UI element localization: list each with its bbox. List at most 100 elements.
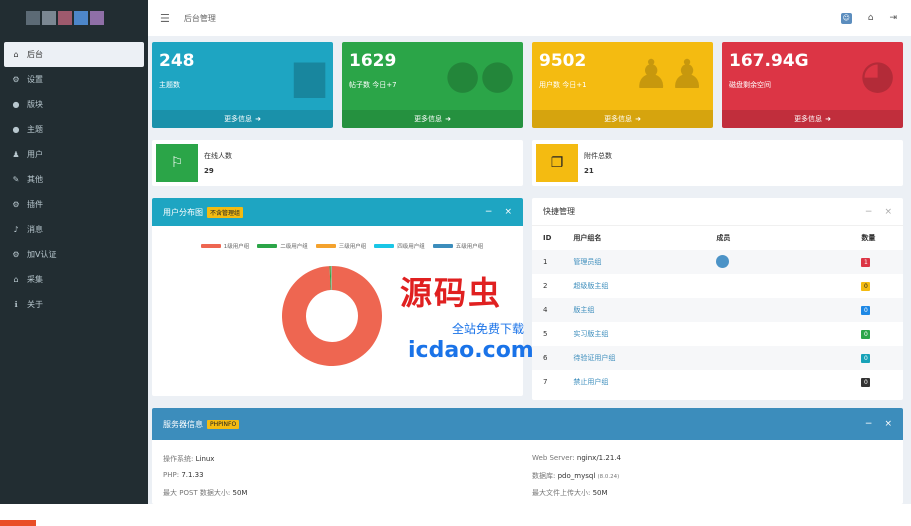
more-info-label: 更多信息 xyxy=(794,115,823,123)
arrow-circle-icon: ➜ xyxy=(635,115,641,123)
arrow-circle-icon: ➜ xyxy=(825,115,831,123)
table-row: 1 管理员组 1 xyxy=(532,250,903,274)
sidebar-item-label: 用户 xyxy=(27,150,43,159)
table-row: 7 禁止用户组 0 xyxy=(532,370,903,394)
legend-item[interactable]: 五级用户组 xyxy=(432,242,483,250)
legend-item[interactable]: 四级用户组 xyxy=(374,242,425,250)
sidebar-item-3[interactable]: ● 主题 xyxy=(0,117,148,142)
comment-icon: ● xyxy=(12,125,20,134)
group-table: ID 用户组名 成员 数量 1 管理员组 1 2 超级版主组 0 4 版主组 0 5 实习版主组 0 6… xyxy=(532,226,903,394)
legend-item[interactable]: 1级用户组 xyxy=(200,242,249,250)
server-value: nginx/1.21.4 xyxy=(576,454,621,462)
server-info-panel: 服务器信息 PHPINFO − × 操作系统: Linux PHP: 7.1.3… xyxy=(152,408,903,504)
legend-swatch xyxy=(374,244,395,248)
comments-icon: ●● xyxy=(445,52,515,98)
panel-title: 用户分布图 xyxy=(163,207,203,217)
collapse-icon[interactable]: − xyxy=(865,207,873,217)
col-group-name: 用户组名 xyxy=(573,234,602,242)
sidebar-item-label: 版块 xyxy=(27,100,43,109)
col-id: ID xyxy=(543,234,552,242)
legend-item[interactable]: 二级用户组 xyxy=(257,242,308,250)
gear-icon: ⚙ xyxy=(12,75,20,84)
cell-group-name: 待验证用户组 xyxy=(562,346,706,370)
gears-icon: ⚙ xyxy=(12,250,20,259)
table-row: 6 待验证用户组 0 xyxy=(532,346,903,370)
logo[interactable] xyxy=(0,0,148,36)
cell-count: 0 xyxy=(850,346,903,370)
legend-item[interactable]: 三级用户组 xyxy=(315,242,366,250)
group-link[interactable]: 管理员组 xyxy=(573,258,601,266)
sidebar-menu: ⌂ 后台 ⚙ 设置 ● 版块 ● 主题 ♟ 用户 ✎ 其他 ⚙ 插件 ♪ 消息 ⚙ 加V认证 ⌂ 采集 ℹ 关于 xyxy=(0,42,148,317)
stat-disk: 167.94G 磁盘剩余空间 ◕ 更多信息 ➜ xyxy=(722,42,903,128)
wrench-icon: ✎ xyxy=(12,175,20,184)
sidebar-item-8[interactable]: ⚙ 加V认证 xyxy=(0,242,148,267)
more-info-link[interactable]: 更多信息 ➜ xyxy=(722,110,903,128)
server-php: PHP: 7.1.33 xyxy=(163,471,204,479)
sidebar-item-0[interactable]: ⌂ 后台 xyxy=(4,42,144,67)
donut-chart xyxy=(282,266,382,366)
count-badge: 0 xyxy=(861,377,871,387)
sidebar-item-5[interactable]: ✎ 其他 xyxy=(0,167,148,192)
cell-count: 0 xyxy=(850,370,903,394)
member-avatar[interactable] xyxy=(716,254,730,268)
cell-members xyxy=(705,274,850,298)
gears-icon: ⚙ xyxy=(12,200,20,209)
more-info-link[interactable]: 更多信息 ➜ xyxy=(152,110,333,128)
cell-group-name: 管理员组 xyxy=(562,250,706,274)
group-link[interactable]: 版主组 xyxy=(573,306,594,314)
sidebar-item-label: 关于 xyxy=(27,300,43,309)
more-info-link[interactable]: 更多信息 ➜ xyxy=(532,110,713,128)
stat-label: 主题数 xyxy=(159,81,180,89)
more-info-link[interactable]: 更多信息 ➜ xyxy=(342,110,523,128)
user-icon: ♟ xyxy=(12,150,20,159)
cell-id: 7 xyxy=(543,378,548,386)
user-avatar-icon[interactable]: ☺ xyxy=(840,12,852,24)
bottom-strip xyxy=(0,504,911,526)
sidebar-item-4[interactable]: ♟ 用户 xyxy=(0,142,148,167)
info-label: 附件总数 xyxy=(584,152,612,160)
col-members: 成员 xyxy=(716,234,731,242)
panel-title: 快捷管理 xyxy=(543,207,575,216)
count-badge: 0 xyxy=(861,281,871,291)
group-link[interactable]: 禁止用户组 xyxy=(573,378,608,386)
collapse-icon[interactable]: − xyxy=(865,419,873,429)
server-label: Web Server: xyxy=(532,454,575,462)
bottom-accent xyxy=(0,520,36,526)
menu-toggle-icon[interactable]: ☰ xyxy=(160,12,170,25)
close-icon[interactable]: × xyxy=(884,207,892,217)
server-os: 操作系统: Linux xyxy=(163,454,214,464)
server-label: 数据库: xyxy=(532,472,556,480)
sidebar-item-9[interactable]: ⌂ 采集 xyxy=(0,267,148,292)
sidebar-item-1[interactable]: ⚙ 设置 xyxy=(0,67,148,92)
more-info-label: 更多信息 xyxy=(604,115,633,123)
home-icon[interactable]: ⌂ xyxy=(868,13,874,23)
server-value: 50M xyxy=(232,489,248,497)
cell-count: 0 xyxy=(850,322,903,346)
group-link[interactable]: 待验证用户组 xyxy=(573,354,615,362)
sidebar-item-6[interactable]: ⚙ 插件 xyxy=(0,192,148,217)
collapse-icon[interactable]: − xyxy=(485,207,493,217)
sidebar-item-7[interactable]: ♪ 消息 xyxy=(0,217,148,242)
server-label: 最大文件上传大小: xyxy=(532,489,591,497)
group-link[interactable]: 实习版主组 xyxy=(573,330,608,338)
sidebar-item-2[interactable]: ● 版块 xyxy=(0,92,148,117)
stat-label: 用户数 今日+1 xyxy=(539,81,587,89)
table-header-row: ID 用户组名 成员 数量 xyxy=(532,226,903,250)
server-label: 最大 POST 数据大小: xyxy=(163,489,231,497)
phpinfo-link[interactable]: PHPINFO xyxy=(207,419,240,429)
stat-label: 磁盘剩余空间 xyxy=(729,81,771,89)
panel-title: 服务器信息 xyxy=(163,419,203,429)
cell-members xyxy=(705,370,850,394)
cell-members xyxy=(705,250,851,274)
stat-posts: 1629 帖子数 今日+7 ●● 更多信息 ➜ xyxy=(342,42,523,128)
close-icon[interactable]: × xyxy=(884,419,892,429)
stat-value: 248 xyxy=(159,51,195,71)
group-link[interactable]: 超级版主组 xyxy=(573,282,608,290)
close-icon[interactable]: × xyxy=(504,207,512,217)
files-icon: ❐ xyxy=(536,144,578,182)
chart-legend: 1级用户组 二级用户组 三级用户组 四级用户组 五级用户组 xyxy=(192,242,492,250)
server-value: pdo_mysql xyxy=(557,472,596,480)
logout-icon[interactable]: ⇥ xyxy=(889,13,897,23)
home-icon: ⌂ xyxy=(13,50,19,59)
sidebar-item-10[interactable]: ℹ 关于 xyxy=(0,292,148,317)
